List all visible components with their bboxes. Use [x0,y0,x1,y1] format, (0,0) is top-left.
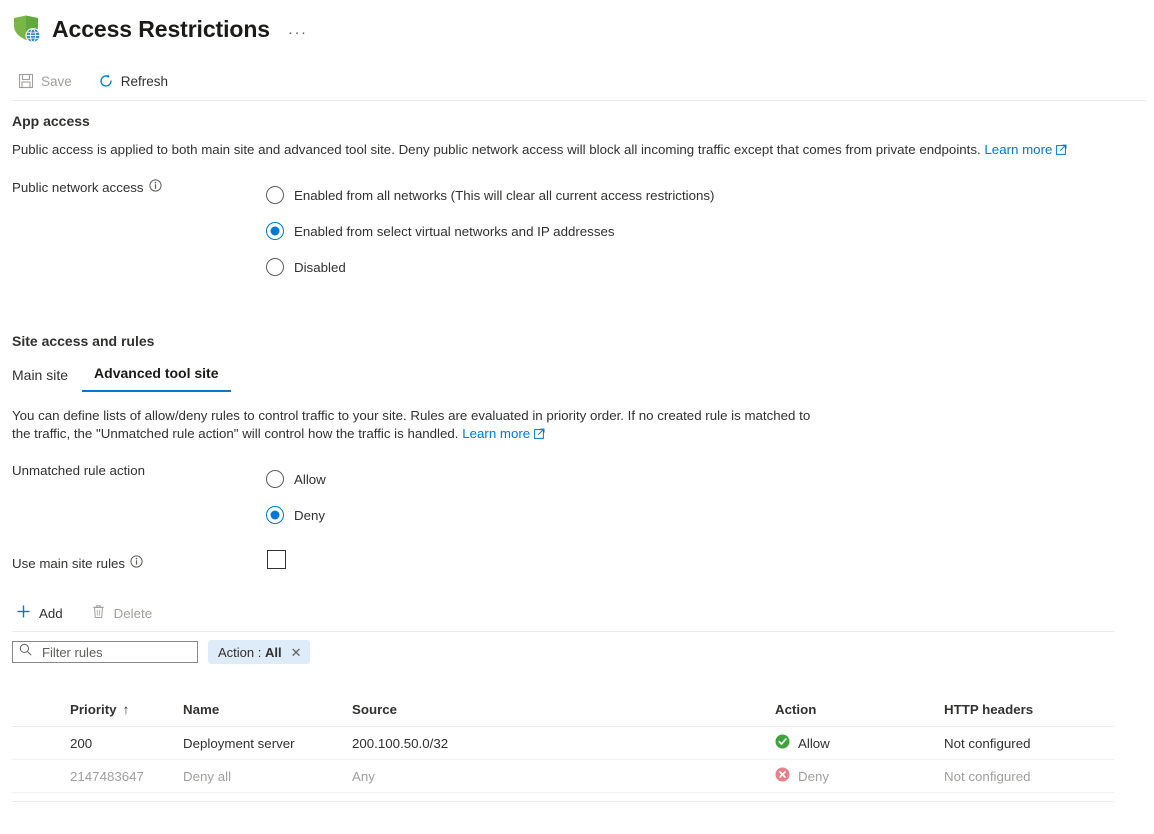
cell-source: Any [352,768,375,784]
radio-label: Enabled from all networks (This will cle… [294,187,715,203]
filter-rules-input-wrapper[interactable] [12,641,198,663]
use-main-site-rules-label-text: Use main site rules [12,555,126,571]
radio-indicator [266,186,284,204]
rules-table: Priority ↑ Name Source Action HTTP header… [12,692,1114,793]
radio-public-access-all-networks[interactable]: Enabled from all networks (This will cle… [266,186,714,204]
table-row[interactable]: 200 Deployment server 200.100.50.0/32 Al… [12,727,1114,760]
public-network-access-label-text: Public network access [12,179,144,195]
table-header-row: Priority ↑ Name Source Action HTTP header… [12,692,1114,727]
tab-main-site-label: Main site [12,367,69,383]
unmatched-rule-action-label-text: Unmatched rule action [12,463,146,478]
column-header-priority-label: Priority [70,701,117,717]
unmatched-rule-action-label: Unmatched rule action [12,463,145,478]
refresh-icon [98,73,114,89]
cell-priority: 200 [70,735,93,751]
info-icon[interactable] [148,179,162,195]
sort-ascending-icon: ↑ [122,701,130,717]
cell-source: 200.100.50.0/32 [352,735,449,751]
trash-icon [91,604,106,622]
search-icon [19,643,32,661]
app-access-section-title: App access [12,113,90,129]
radio-public-access-select-networks[interactable]: Enabled from select virtual networks and… [266,222,615,240]
add-rule-button[interactable]: Add [12,602,67,624]
command-bar: Save Refresh [0,62,1154,100]
save-icon [18,73,34,89]
action-filter-key: Action : [218,644,265,660]
column-header-http-headers[interactable]: HTTP headers [944,702,1114,717]
cell-name: Deny all [183,768,232,784]
action-filter-value: All [264,644,282,660]
column-header-name[interactable]: Name [183,702,352,717]
cell-name: Deployment server [183,735,295,751]
radio-indicator [266,222,284,240]
action-filter-pill[interactable]: Action : All ✕ [208,640,310,664]
radio-unmatched-deny[interactable]: Deny [266,506,325,524]
more-options-button[interactable]: ··· [288,24,308,41]
delete-rule-label: Delete [113,605,153,621]
filter-rules-input[interactable] [40,643,191,661]
command-bar-divider [12,100,1146,101]
cell-http-headers: Not configured [944,768,1031,784]
radio-label: Disabled [294,259,346,275]
add-rule-label: Add [39,605,63,621]
cell-priority: 2147483647 [70,768,144,784]
action-filter-clear-icon[interactable]: ✕ [291,646,302,659]
cell-http-headers: Not configured [944,735,1031,751]
access-restrictions-page: Access Restrictions ··· Save Refresh App… [0,0,1154,834]
external-link-icon [534,426,545,444]
save-label: Save [41,73,72,89]
table-bottom-divider [12,801,1114,802]
external-link-icon [1056,142,1067,160]
radio-indicator [266,470,284,488]
plus-icon [16,604,31,622]
cell-action: Allow [775,734,944,752]
tab-main-site[interactable]: Main site [12,367,82,392]
cell-action: Deny [775,767,944,785]
delete-rule-button[interactable]: Delete [87,602,156,624]
refresh-button[interactable]: Refresh [96,69,178,93]
column-header-source[interactable]: Source [352,702,775,717]
app-access-description-text: Public access is applied to both main si… [12,142,981,157]
app-access-description: Public access is applied to both main si… [12,141,1112,160]
site-tabs: Main site Advanced tool site [12,365,231,392]
column-header-priority[interactable]: Priority ↑ [12,702,183,717]
page-title: Access Restrictions [52,16,270,42]
rules-toolbar: Add Delete [12,598,176,628]
cell-action-label: Allow [798,735,830,751]
tab-advanced-tool-site[interactable]: Advanced tool site [82,365,231,392]
site-access-learn-more-link[interactable]: Learn more [462,426,545,441]
deny-cross-icon [775,767,790,785]
toolbar-divider [12,631,1114,632]
radio-label: Deny [294,507,326,523]
use-main-site-rules-label: Use main site rules [12,555,143,571]
column-header-action[interactable]: Action [775,702,944,717]
radio-public-access-disabled[interactable]: Disabled [266,258,346,276]
tab-advanced-tool-site-label: Advanced tool site [94,365,219,381]
radio-label: Enabled from select virtual networks and… [294,223,615,239]
site-access-description-text: You can define lists of allow/deny rules… [12,408,811,441]
site-access-description: You can define lists of allow/deny rules… [12,407,817,444]
use-main-site-rules-checkbox[interactable] [267,550,286,569]
site-access-section-title: Site access and rules [12,333,155,349]
radio-indicator [266,506,284,524]
table-row[interactable]: 2147483647 Deny all Any Deny Not configu… [12,760,1114,793]
app-access-learn-more-link[interactable]: Learn more [984,142,1067,157]
radio-unmatched-allow[interactable]: Allow [266,470,326,488]
radio-label: Allow [294,471,326,487]
radio-indicator [266,258,284,276]
shield-globe-icon [10,13,42,45]
page-header: Access Restrictions ··· [0,0,1154,48]
cell-action-label: Deny [798,768,830,784]
action-filter-pill-text: Action : All [218,645,282,660]
info-icon[interactable] [130,555,143,571]
allow-check-icon [775,734,790,752]
save-button[interactable]: Save [16,69,82,93]
public-network-access-label: Public network access [12,179,162,195]
refresh-label: Refresh [120,73,169,89]
